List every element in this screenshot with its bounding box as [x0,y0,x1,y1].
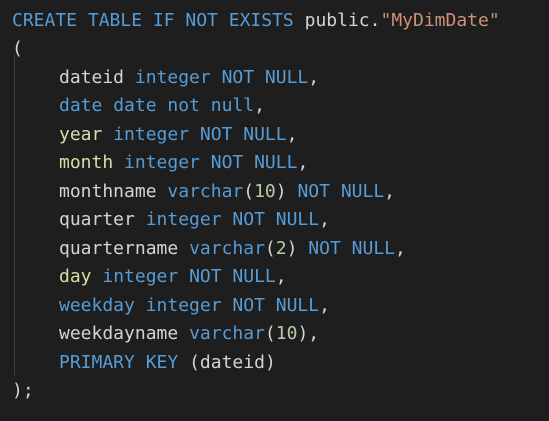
comma: , [395,238,406,259]
column-name: day [59,266,92,287]
code-editor[interactable]: CREATE TABLE IF NOT EXISTS public."MyDim… [0,0,549,421]
column-size: 10 [275,323,298,344]
column-size: 2 [275,238,287,259]
column-type: integer [145,209,222,230]
code-line-column[interactable]: month integer NOT NULL, [12,150,308,176]
column-type: integer [113,124,190,145]
comma: , [308,323,320,344]
column-name: quarter [59,209,135,230]
code-line-close[interactable]: ); [12,378,34,404]
code-line-column[interactable]: weekdayname varchar(10), [12,321,319,347]
code-line-column[interactable]: date date not null, [12,93,265,119]
column-type: varchar [189,323,265,344]
comma: , [319,295,330,316]
column-name: date [59,95,103,116]
dot: . [369,10,381,31]
code-line-column[interactable]: monthname varchar(10) NOT NULL, [12,179,395,205]
primary-key-keyword: PRIMARY KEY [59,352,179,373]
column-constraint: NOT NULL [232,209,320,230]
column-type: integer [134,67,211,88]
column-name: month [59,152,114,173]
keyword-create-table: CREATE TABLE IF NOT EXISTS [12,10,294,31]
comma: , [286,124,298,145]
code-line-primary-key[interactable]: PRIMARY KEY (dateid) [12,350,276,376]
column-type: varchar [167,181,244,202]
code-line-column[interactable]: quartername varchar(2) NOT NULL, [12,236,406,262]
column-constraint: NOT NULL [210,152,298,173]
open-paren: ( [12,38,23,59]
comma: , [308,67,320,88]
column-constraint: NOT NULL [199,124,287,145]
column-type: integer [102,266,179,287]
code-line-column[interactable]: dateid integer NOT NULL, [12,65,319,91]
schema-name: public [304,10,370,31]
column-name: dateid [59,67,125,88]
column-name: quartername [59,238,179,259]
comma: , [297,152,309,173]
code-line-column[interactable]: year integer NOT NULL, [12,122,297,148]
column-name: weekday [59,295,135,316]
column-constraint: NOT NULL [189,266,276,287]
column-type: date [113,95,157,116]
column-constraint: not null [167,95,255,116]
column-constraint: NOT NULL [297,181,385,202]
code-line-column[interactable]: weekday integer NOT NULL, [12,293,330,319]
column-type: varchar [189,238,265,259]
column-name: monthname [59,181,157,202]
code-line-column[interactable]: day integer NOT NULL, [12,264,287,290]
comma: , [319,209,330,230]
comma: , [254,95,265,116]
close-statement: ); [12,380,34,401]
code-line-open-paren[interactable]: ( [12,36,23,62]
column-name: year [59,124,103,145]
column-constraint: NOT NULL [308,238,395,259]
column-size: 10 [254,181,276,202]
code-line-create-table[interactable]: CREATE TABLE IF NOT EXISTS public."MyDim… [12,8,500,34]
code-line-column[interactable]: quarter integer NOT NULL, [12,207,330,233]
column-type: integer [124,152,200,173]
column-constraint: NOT NULL [232,295,320,316]
column-name: weekdayname [59,323,179,344]
column-type: integer [145,295,222,316]
table-name: "MyDimDate" [380,10,500,31]
column-constraint: NOT NULL [221,67,309,88]
comma: , [384,181,396,202]
comma: , [275,266,287,287]
primary-key-column: dateid [199,352,265,373]
